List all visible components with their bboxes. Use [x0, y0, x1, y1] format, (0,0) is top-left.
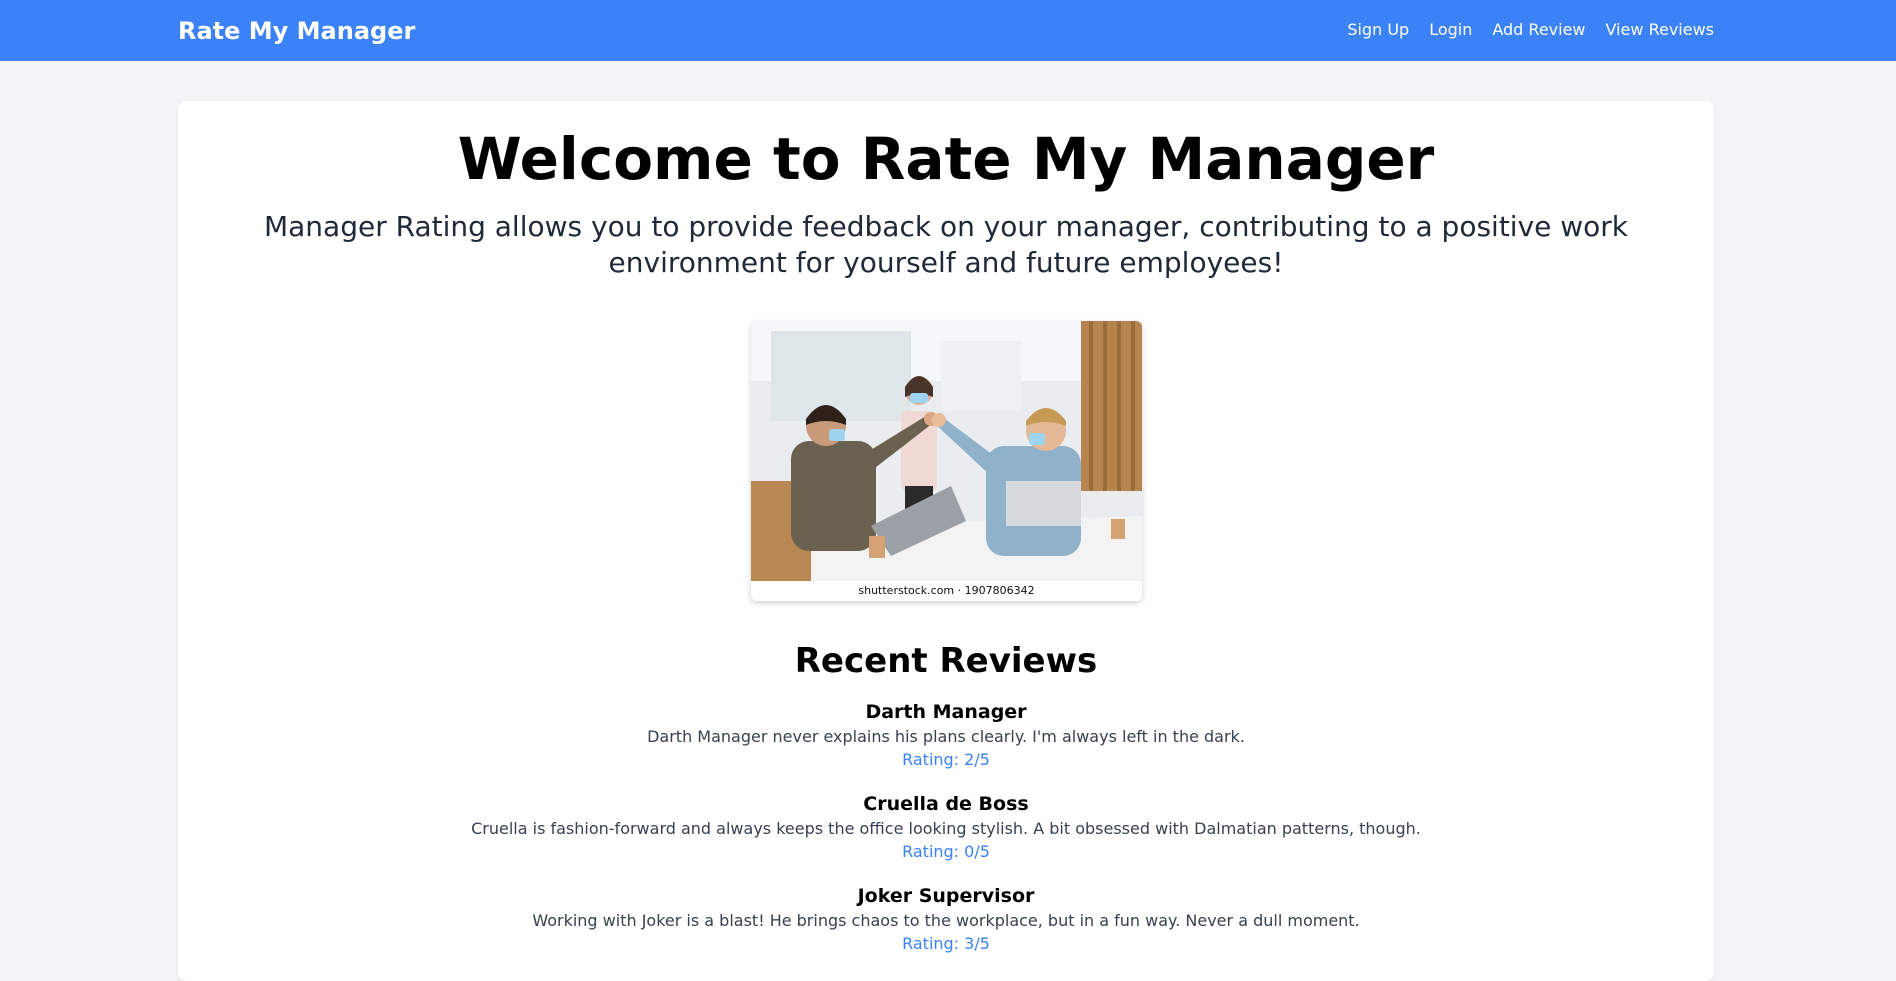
nav-view-reviews-link[interactable]: View Reviews — [1606, 19, 1714, 41]
main-nav: Sign Up Login Add Review View Reviews — [1347, 19, 1714, 41]
review-rating: Rating: 0/5 — [902, 842, 990, 861]
top-navbar: Rate My Manager Sign Up Login Add Review… — [0, 0, 1896, 61]
office-scene-illustration — [751, 321, 1142, 581]
review-manager-name: Cruella de Boss — [863, 793, 1029, 815]
review-text: Darth Manager never explains his plans c… — [647, 727, 1245, 746]
brand-logo-link[interactable]: Rate My Manager — [178, 16, 415, 46]
nav-login-link[interactable]: Login — [1429, 19, 1472, 41]
review-rating: Rating: 3/5 — [902, 934, 990, 953]
review-item: Darth Manager Darth Manager never explai… — [178, 699, 1714, 771]
nav-add-review-link[interactable]: Add Review — [1492, 19, 1585, 41]
recent-reviews-heading: Recent Reviews — [794, 641, 1098, 681]
review-item: Cruella de Boss Cruella is fashion-forwa… — [178, 791, 1714, 863]
main-content-card: Welcome to Rate My Manager Manager Ratin… — [178, 101, 1714, 981]
review-manager-name: Joker Supervisor — [857, 885, 1035, 907]
nav-sign-up-link[interactable]: Sign Up — [1347, 19, 1409, 41]
review-manager-name: Darth Manager — [865, 701, 1027, 723]
office-team-photo: shutterstock.com · 1907806342 — [751, 321, 1142, 601]
review-text: Working with Joker is a blast! He brings… — [532, 911, 1360, 930]
review-item: Joker Supervisor Working with Joker is a… — [178, 883, 1714, 955]
review-text: Cruella is fashion-forward and always ke… — [471, 819, 1421, 838]
review-rating: Rating: 2/5 — [902, 750, 990, 769]
page-title: Welcome to Rate My Manager — [457, 125, 1435, 193]
hero-subtitle: Manager Rating allows you to provide fee… — [263, 210, 1629, 279]
image-caption: shutterstock.com · 1907806342 — [751, 581, 1142, 601]
